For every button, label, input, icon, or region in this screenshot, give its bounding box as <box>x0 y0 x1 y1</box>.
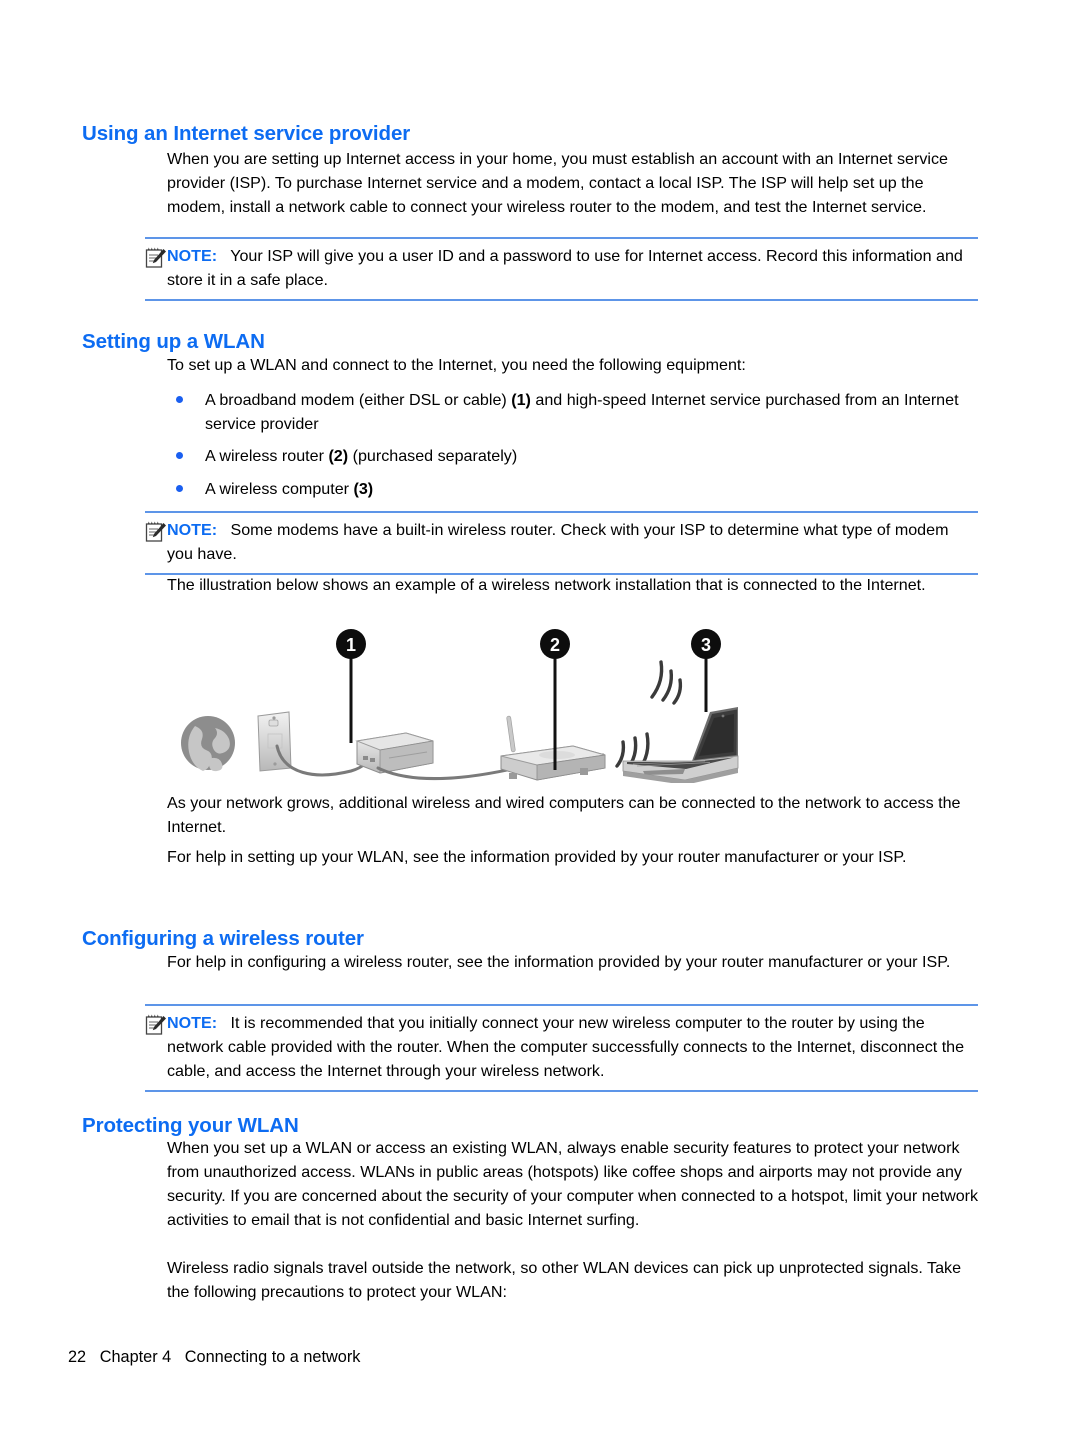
broadband-modem <box>355 732 434 774</box>
note-rule-bottom <box>145 299 978 301</box>
note-rule-bottom <box>145 1090 978 1092</box>
paragraph-illustration-intro: The illustration below shows an example … <box>167 576 926 594</box>
heading-configuring-a-wireless-router: Configuring a wireless router <box>82 927 364 950</box>
note-rule-top <box>145 1004 978 1006</box>
note-icon <box>145 520 167 544</box>
callout-marker-1: 1 <box>336 629 366 743</box>
paragraph-help-setting-up-wlan: For help in setting up your WLAN, see th… <box>167 848 907 866</box>
heading-protecting-your-wlan: Protecting your WLAN <box>82 1114 299 1137</box>
callout-marker-3: 3 <box>691 629 721 712</box>
document-page: Using an Internet service provider When … <box>0 0 1080 1438</box>
svg-text:1: 1 <box>346 635 356 655</box>
note-text-modem: NOTE: Some modems have a built-in wirele… <box>167 518 978 566</box>
wifi-waves-laptop <box>650 660 683 705</box>
globe-icon <box>181 716 235 772</box>
bullet-dot-icon <box>176 452 183 459</box>
svg-text:3: 3 <box>701 635 711 655</box>
list-item-text-after: (purchased separately) <box>348 447 518 465</box>
footer-page-number: 22 <box>68 1348 87 1366</box>
note-content: It is recommended that you initially con… <box>167 1014 965 1081</box>
note-text-configuring-router: NOTE: It is recommended that you initial… <box>167 1011 978 1083</box>
list-item-text-before: A wireless computer <box>205 480 354 498</box>
note-rule-top <box>145 511 978 513</box>
list-item-wireless-computer: A wireless computer (3) <box>167 477 979 501</box>
page-footer: 22 Chapter 4 Connecting to a network <box>68 1348 360 1367</box>
note-content: Your ISP will give you a user ID and a p… <box>167 247 963 290</box>
paragraph-configuring-router: For help in configuring a wireless route… <box>167 953 951 971</box>
paragraph-isp-intro: When you are setting up Internet access … <box>167 150 948 217</box>
heading-setting-up-a-wlan: Setting up a WLAN <box>82 330 265 353</box>
list-item-text: A wireless router (2) (purchased separat… <box>205 444 979 468</box>
wlan-network-illustration: 1 2 3 <box>165 628 745 785</box>
list-item-text-before: A wireless router <box>205 447 329 465</box>
bullet-dot-icon <box>176 485 183 492</box>
paragraph-network-grows: As your network grows, additional wirele… <box>167 794 961 837</box>
note-icon <box>145 1013 167 1037</box>
note-rule-top <box>145 237 978 239</box>
laptop-computer <box>622 707 739 785</box>
list-item-text-before: A broadband modem (either DSL or cable) <box>205 391 512 409</box>
paragraph-protecting-wlan-1: When you set up a WLAN or access an exis… <box>167 1139 979 1230</box>
list-item-text: A wireless computer (3) <box>205 477 979 501</box>
paragraph-wlan-equipment-intro: To set up a WLAN and connect to the Inte… <box>167 356 746 374</box>
paragraph-protecting-wlan-2: Wireless radio signals travel outside th… <box>167 1259 962 1302</box>
heading-using-an-internet-service-provider: Using an Internet service provider <box>82 122 411 145</box>
bullet-dot-icon <box>176 396 183 403</box>
note-label: NOTE: <box>167 1014 218 1032</box>
list-item-wireless-router: A wireless router (2) (purchased separat… <box>167 444 979 468</box>
footer-chapter-title: Connecting to a network <box>184 1348 361 1366</box>
note-icon <box>145 246 167 270</box>
wireless-router <box>500 715 606 781</box>
note-label: NOTE: <box>167 521 218 539</box>
list-item-broadband-modem: A broadband modem (either DSL or cable) … <box>167 388 979 436</box>
note-text-isp: NOTE: Your ISP will give you a user ID a… <box>167 244 978 292</box>
svg-text:2: 2 <box>550 635 560 655</box>
callout-ref-3: (3) <box>353 480 374 498</box>
footer-chapter: Chapter 4 <box>99 1348 172 1366</box>
callout-ref-2: (2) <box>328 447 349 465</box>
note-content: Some modems have a built-in wireless rou… <box>167 521 949 564</box>
list-item-text: A broadband modem (either DSL or cable) … <box>205 388 979 436</box>
callout-ref-1: (1) <box>511 391 531 409</box>
note-label: NOTE: <box>167 247 218 265</box>
